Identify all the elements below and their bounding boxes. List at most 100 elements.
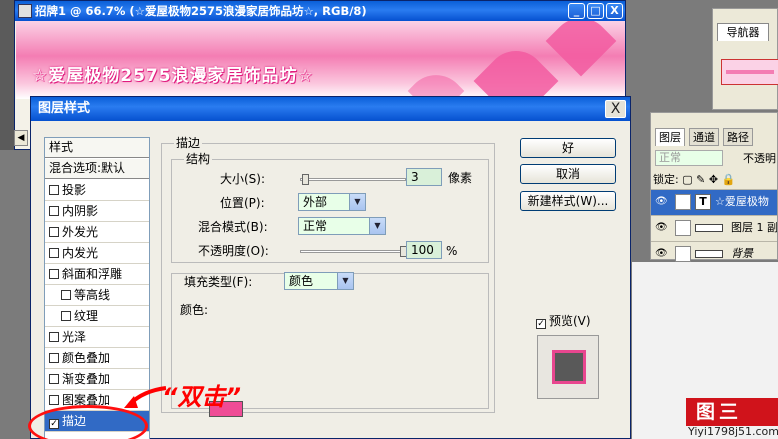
new-style-button[interactable]: 新建样式(W)... — [520, 191, 616, 211]
size-slider[interactable] — [300, 178, 406, 181]
annotation-text: “双击” — [162, 383, 241, 411]
fill-type-value: 颜色 — [289, 274, 314, 288]
watermark-logo: 图三 — [686, 398, 778, 426]
style-item-label: 投影 — [62, 183, 87, 197]
brush-icon[interactable] — [675, 194, 691, 210]
style-checkbox[interactable] — [49, 227, 59, 237]
style-checkbox[interactable] — [49, 248, 59, 258]
annotation-circle — [28, 405, 148, 439]
layer-thumbnail — [695, 250, 723, 258]
style-item-label: 外发光 — [62, 225, 99, 239]
text-layer-icon: T — [695, 194, 711, 210]
style-item-label: 等高线 — [74, 288, 111, 302]
style-item[interactable]: 投影 — [45, 180, 149, 201]
stroke-group-label: 描边 — [174, 136, 203, 150]
style-checkbox[interactable] — [61, 311, 71, 321]
opacity-slider[interactable] — [300, 250, 406, 253]
fill-type-label: 填充类型(F): — [184, 275, 253, 289]
style-item[interactable]: 等高线 — [45, 285, 149, 306]
lock-all-icon[interactable]: 🔒 — [722, 173, 736, 186]
tab-navigator[interactable]: 导航器 — [717, 23, 769, 41]
style-item[interactable]: 斜面和浮雕 — [45, 264, 149, 285]
blend-mode-select[interactable]: 正常 ▼ — [298, 217, 386, 235]
chevron-down-icon[interactable]: ▼ — [369, 218, 385, 234]
blend-mode-label: 混合模式(B): — [198, 220, 268, 234]
ok-button[interactable]: 好 — [520, 138, 616, 158]
blend-options-item[interactable]: 混合选项:默认 — [45, 159, 149, 179]
layer-row[interactable]: 👁 图层 1 副 — [651, 215, 777, 241]
style-item[interactable]: 纹理 — [45, 306, 149, 327]
banner-canvas[interactable]: ☆爱屋极物2575浪漫家居饰品坊☆ — [16, 21, 625, 99]
style-checkbox[interactable] — [49, 206, 59, 216]
tab-channels[interactable]: 通道 — [689, 128, 719, 146]
color-label: 颜色: — [180, 303, 209, 317]
maximize-button[interactable]: □ — [587, 3, 604, 19]
layer-row[interactable]: 👁 背景 — [651, 241, 777, 267]
style-item[interactable]: 颜色叠加 — [45, 348, 149, 369]
size-unit: 像素 — [448, 171, 473, 185]
style-item-label: 渐变叠加 — [62, 372, 111, 386]
size-label: 大小(S): — [220, 172, 266, 186]
layer-opacity-label: 不透明 — [743, 152, 776, 165]
scroll-left-arrow-icon[interactable]: ◀ — [14, 130, 28, 146]
lock-row: 锁定: ▢ ✎ ✥ 🔒 — [653, 171, 735, 187]
style-checkbox[interactable] — [49, 269, 59, 279]
layers-tabs: 图层 通道 路径 — [653, 128, 778, 146]
preview-label: 预览(V) — [549, 314, 591, 328]
chevron-down-icon[interactable]: ▼ — [337, 273, 353, 289]
heart-decoration — [473, 38, 559, 99]
opacity-label: 不透明度(O): — [198, 244, 269, 258]
eye-icon[interactable]: 👁 — [655, 222, 668, 234]
left-toolbar-strip — [0, 0, 14, 150]
preview-checkbox-box[interactable]: ✓ — [536, 319, 546, 329]
layer-blend-select[interactable]: 正常 — [655, 150, 723, 166]
layer-row[interactable]: 👁 T ☆爱屋极物 — [651, 189, 777, 215]
document-title: 招牌1 @ 66.7% (☆爱屋极物2575浪漫家居饰品坊☆, RGB/8) — [35, 4, 367, 18]
style-checkbox[interactable] — [49, 395, 59, 405]
watermark-url: Yiyi1798j51.com — [688, 425, 778, 438]
style-item-label: 内阴影 — [62, 204, 99, 218]
lock-label: 锁定: — [653, 173, 679, 186]
link-box[interactable] — [675, 246, 691, 262]
tab-layers[interactable]: 图层 — [655, 128, 685, 146]
document-titlebar[interactable]: 招牌1 @ 66.7% (☆爱屋极物2575浪漫家居饰品坊☆, RGB/8) _… — [15, 1, 625, 21]
style-item[interactable]: 内阴影 — [45, 201, 149, 222]
position-select[interactable]: 外部 ▼ — [298, 193, 366, 211]
navigator-panel: 导航器 — [712, 8, 778, 110]
chevron-down-icon[interactable]: ▼ — [349, 194, 365, 210]
navigator-preview[interactable] — [721, 59, 778, 85]
size-input[interactable]: 3 — [406, 168, 442, 186]
dialog-titlebar[interactable]: 图层样式 — [31, 97, 630, 121]
cancel-button[interactable]: 取消 — [520, 164, 616, 184]
dialog-close-button[interactable]: X — [605, 100, 626, 118]
minimize-button[interactable]: _ — [568, 3, 585, 19]
style-item[interactable]: 内发光 — [45, 243, 149, 264]
document-icon — [18, 4, 32, 18]
style-item-label: 斜面和浮雕 — [62, 267, 123, 281]
styles-header[interactable]: 样式 — [45, 138, 149, 158]
heart-decoration — [407, 62, 465, 99]
style-checkbox[interactable] — [49, 332, 59, 342]
style-checkbox[interactable] — [49, 185, 59, 195]
layers-panel: 图层 通道 路径 正常 不透明 锁定: ▢ ✎ ✥ 🔒 👁 T ☆爱屋极物 👁 … — [650, 112, 778, 262]
lock-transparency-icon[interactable]: ▢ ✎ ✥ — [682, 173, 721, 186]
eye-icon[interactable]: 👁 — [655, 248, 668, 260]
structure-group-label: 结构 — [184, 152, 213, 166]
link-box[interactable] — [675, 220, 691, 236]
style-checkbox[interactable] — [49, 353, 59, 363]
opacity-input[interactable]: 100 — [406, 241, 442, 259]
opacity-unit: % — [446, 244, 458, 258]
preview-checkbox[interactable]: ✓ 预览(V) — [536, 314, 591, 329]
layer-thumbnail — [695, 224, 723, 232]
style-checkbox[interactable] — [61, 290, 71, 300]
size-slider-thumb[interactable] — [302, 174, 309, 185]
tab-paths[interactable]: 路径 — [723, 128, 753, 146]
annotation-arrow-icon — [124, 386, 167, 408]
style-checkbox[interactable] — [49, 374, 59, 384]
style-item[interactable]: 外发光 — [45, 222, 149, 243]
fill-type-select[interactable]: 颜色 ▼ — [284, 272, 354, 290]
style-item[interactable]: 光泽 — [45, 327, 149, 348]
eye-icon[interactable]: 👁 — [655, 196, 668, 208]
close-button[interactable]: X — [606, 3, 623, 19]
structure-group: 结构 大小(S): 3 像素 位置(P): 外部 ▼ 混合模式(B): 正常 ▼… — [171, 152, 489, 263]
